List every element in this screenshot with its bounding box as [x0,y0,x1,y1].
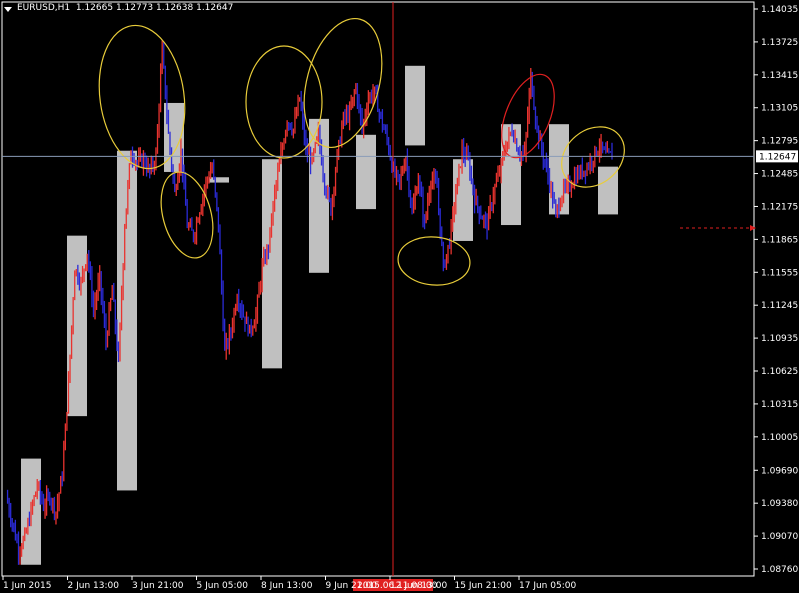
time-tick-label: 12 Jun 13:00 [390,581,447,591]
price-tick-label: 1.10005 [761,433,798,443]
price-chart[interactable]: 1.126472015.06.11 08:00 1.140351.137251.… [0,0,799,593]
daily-range-box [117,150,137,491]
daily-range-box [501,124,521,226]
price-tick-label: 1.11555 [761,268,798,278]
price-tick-label: 1.10935 [761,334,798,344]
daily-range-box [209,177,229,183]
price-tick-label: 1.09070 [761,532,798,542]
daily-range-box [405,65,425,146]
price-tick-label: 1.09690 [761,466,798,476]
price-tick-label: 1.12175 [761,202,798,212]
time-tick-label: 5 Jun 05:00 [197,581,249,591]
price-tick-label: 1.11245 [761,301,798,311]
yellow-annotation-ellipse[interactable] [396,234,472,288]
daily-range-box [356,134,376,210]
price-tick-label: 1.13415 [761,71,798,81]
time-tick-label: 15 Jun 21:00 [455,581,512,591]
yellow-annotation-ellipse[interactable] [291,10,395,156]
price-tick-label: 1.10315 [761,400,798,410]
time-axis: 1 Jun 2015 2 Jun 13:00 3 Jun 21:00 5 Jun 05… [2,576,576,591]
time-tick-label: 2 Jun 13:00 [68,581,120,591]
price-tick-label: 1.13725 [761,38,798,48]
current-price-label: 1.12647 [759,152,796,162]
arrow-right-icon [750,225,756,231]
time-tick-label: 1 Jun 2015 [3,581,51,591]
price-tick-label: 1.12795 [761,137,798,147]
time-tick-label: 9 Jun 21:00 [326,581,378,591]
price-axis: 1.14035 1.13725 1.13415 1.13105 1.12795 1.124… [754,5,798,575]
time-tick-label: 3 Jun 21:00 [132,581,184,591]
time-tick-label: 17 Jun 05:00 [519,581,576,591]
price-tick-label: 1.13105 [761,104,798,114]
price-tick-label: 1.08760 [761,565,798,575]
time-tick-label: 8 Jun 13:00 [261,581,313,591]
price-tick-label: 1.12485 [761,170,798,180]
price-tick-label: 1.10625 [761,367,798,377]
price-tick-label: 1.11865 [761,235,798,245]
price-tick-label: 1.14035 [761,5,798,15]
daily-range-box [67,235,87,417]
price-tick-label: 1.09380 [761,499,798,509]
